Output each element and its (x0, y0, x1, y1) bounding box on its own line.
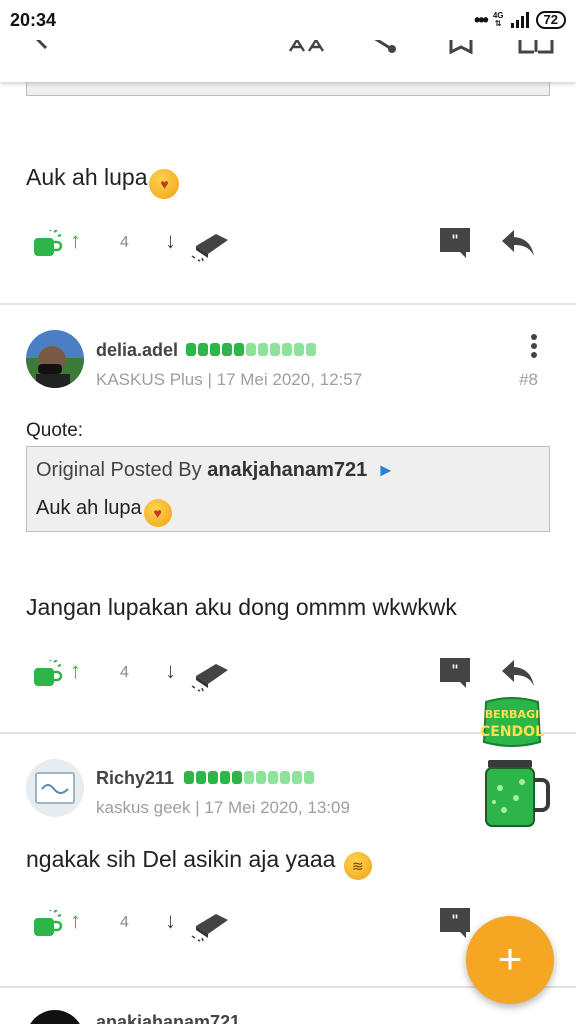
quote-header: Original Posted By anakjahanam721 ► (36, 459, 395, 481)
view-post-link-icon[interactable]: ► (377, 460, 395, 480)
comment-icon[interactable]: " (438, 226, 472, 260)
username[interactable]: Richy211 (96, 768, 174, 789)
bata-brick-icon[interactable] (190, 658, 230, 692)
post-number[interactable]: #8 (519, 370, 538, 390)
quote-body: Auk ah lupa ♥ (36, 497, 172, 527)
reputation-bar (184, 771, 314, 784)
text-size-icon[interactable] (288, 38, 326, 52)
post-divider (0, 303, 576, 305)
username[interactable]: anakjahanam721 (96, 1012, 240, 1024)
network-type: 4G ⇅ (492, 11, 504, 28)
avatar-image (26, 759, 84, 817)
quote-box: Original Posted By anakjahanam721 ► Auk … (26, 446, 550, 532)
status-time: 20:34 (10, 10, 57, 30)
post-actions: ↑ 4 ↓ " (0, 652, 576, 702)
book-icon[interactable] (518, 38, 554, 54)
avatar-image (26, 330, 84, 388)
svg-text:BERBAGI: BERBAGI (485, 708, 539, 721)
quote-author[interactable]: anakjahanam721 (207, 459, 367, 481)
heart-eyes-emoji-icon: ♥ (143, 499, 172, 527)
upvote-arrow-icon[interactable]: ↑ (70, 658, 81, 684)
more-options-icon[interactable] (527, 334, 541, 364)
cendol-count: 4 (120, 664, 129, 681)
bookmark-icon[interactable] (448, 38, 474, 54)
comment-icon[interactable]: " (438, 906, 472, 940)
comment-icon[interactable]: " (438, 656, 472, 690)
avatar[interactable] (26, 330, 84, 388)
cendol-cup-icon[interactable] (32, 910, 62, 938)
svg-text:": " (451, 233, 458, 249)
bata-brick-icon[interactable] (190, 228, 230, 262)
more-notifications-icon: ••• (473, 9, 489, 30)
downvote-arrow-icon[interactable]: ↓ (165, 228, 176, 254)
svg-text:": " (451, 913, 458, 929)
avatar[interactable] (26, 759, 84, 817)
post-actions: ↑ 4 ↓ " (0, 222, 576, 272)
quote-label: Quote: (26, 420, 84, 441)
upvote-arrow-icon[interactable]: ↑ (70, 228, 81, 254)
username[interactable]: delia.adel (96, 340, 178, 361)
signal-icon (510, 12, 529, 28)
reply-icon[interactable] (500, 658, 536, 688)
bata-brick-icon[interactable] (190, 908, 230, 942)
post-meta: KASKUS Plus | 17 Mei 2020, 12:57 (96, 370, 363, 389)
status-bar: 20:34 ••• 4G ⇅ 72 (0, 0, 576, 40)
svg-text:CENDOL: CENDOL (480, 724, 544, 740)
berbagi-cendol-badge[interactable]: BERBAGI CENDOL (480, 696, 544, 748)
data-arrows-icon: ⇅ (494, 19, 502, 28)
post-text: Jangan lupakan aku dong ommm wkwkwk (26, 594, 457, 620)
svg-text:": " (451, 663, 458, 679)
upvote-arrow-icon[interactable]: ↑ (70, 908, 81, 934)
status-indicators: ••• 4G ⇅ 72 (474, 10, 566, 30)
grinning-emoji-icon: ≋ (343, 852, 372, 880)
cendol-cup-icon[interactable] (32, 660, 62, 688)
downvote-arrow-icon[interactable]: ↓ (165, 658, 176, 684)
cendol-count: 4 (120, 914, 129, 931)
downvote-arrow-icon[interactable]: ↓ (165, 908, 176, 934)
cendol-jar-icon[interactable] (482, 758, 550, 828)
cendol-count: 4 (120, 234, 129, 251)
post-meta: kaskus geek | 17 Mei 2020, 13:09 (96, 798, 350, 817)
reply-icon[interactable] (500, 228, 536, 258)
reputation-bar (186, 343, 316, 356)
new-reply-fab-button[interactable]: + (466, 916, 554, 1004)
avatar[interactable] (26, 1010, 84, 1024)
cendol-cup-icon[interactable] (32, 230, 62, 258)
post-text: ngakak sih Del asikin aja yaaa ≋ (26, 846, 372, 880)
heart-eyes-emoji-icon: ♥ (149, 169, 180, 199)
battery-indicator: 72 (535, 11, 566, 29)
post-text: Auk ah lupa ♥ (26, 164, 180, 199)
